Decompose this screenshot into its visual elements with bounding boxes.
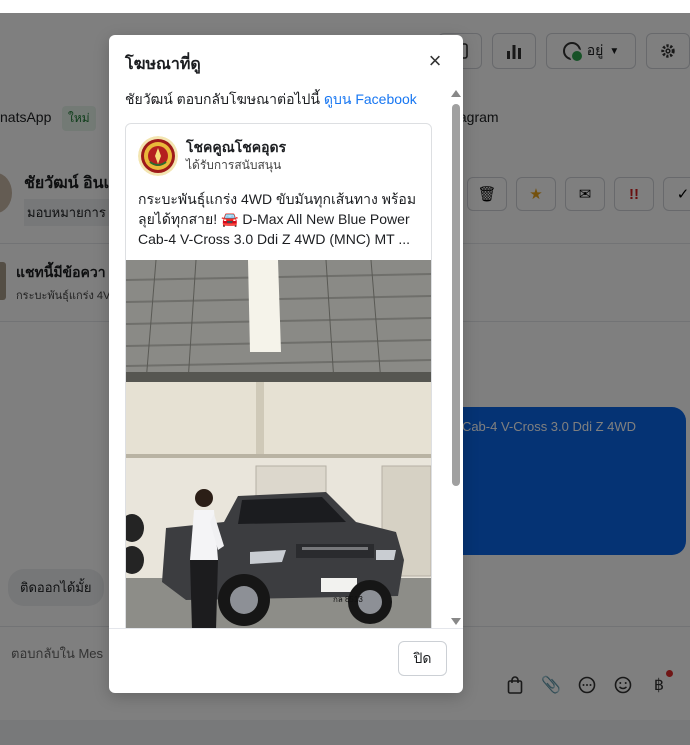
dealer-logo-icon [138, 136, 178, 176]
ad-image: กล 8513 [126, 259, 431, 628]
scrollbar-thumb[interactable] [452, 104, 460, 486]
close-button[interactable]: ปิด [398, 641, 447, 676]
scroll-up-arrow-icon[interactable] [451, 90, 461, 97]
dialog-title: โฆษณาที่ดู [125, 56, 201, 73]
page-logo [138, 136, 178, 176]
dialog-body: ชัยวัฒน์ ตอบกลับโฆษณาต่อไปนี้ ดูบน Faceb… [109, 87, 463, 628]
ad-photo-illustration [126, 259, 431, 628]
dialog-footer: ปิด [109, 628, 463, 693]
view-on-facebook-link[interactable]: ดูบน Facebook [324, 91, 417, 107]
ad-caption: กระบะพันธุ์แกร่ง 4WD ขับมันทุกเส้นทาง พร… [138, 191, 417, 247]
scroll-down-arrow-icon[interactable] [451, 618, 461, 625]
description-text: ชัยวัฒน์ ตอบกลับโฆษณาต่อไปนี้ [125, 91, 320, 107]
dialog-scrollbar[interactable] [451, 90, 461, 625]
top-strip [0, 0, 690, 13]
viewed-ad-dialog: โฆษณาที่ดู × ชัยวัฒน์ ตอบกลับโฆษณาต่อไปน… [109, 35, 463, 693]
dialog-description: ชัยวัฒน์ ตอบกลับโฆษณาต่อไปนี้ ดูบน Faceb… [125, 89, 417, 111]
dialog-header: โฆษณาที่ดู × [109, 35, 463, 87]
license-plate: กล 8513 [333, 595, 363, 604]
ad-preview-card: โชคคูณโชคอุดร ได้รับการสนับสนุน กระบะพัน… [125, 123, 432, 628]
close-icon[interactable]: × [424, 50, 446, 72]
sponsored-label: ได้รับการสนับสนุน [186, 158, 282, 172]
